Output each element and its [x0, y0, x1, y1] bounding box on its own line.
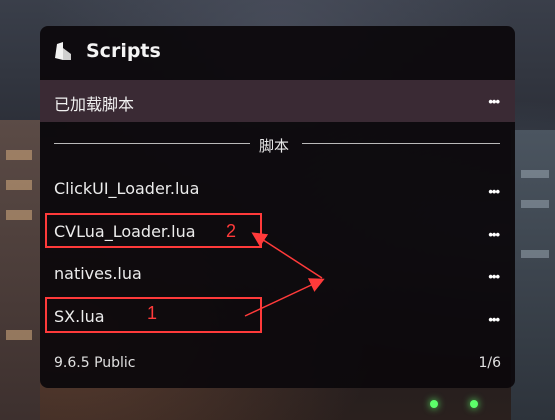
arrow-2 — [251, 232, 323, 279]
arrow-1 — [244, 278, 325, 317]
annotation-arrows — [244, 232, 325, 317]
